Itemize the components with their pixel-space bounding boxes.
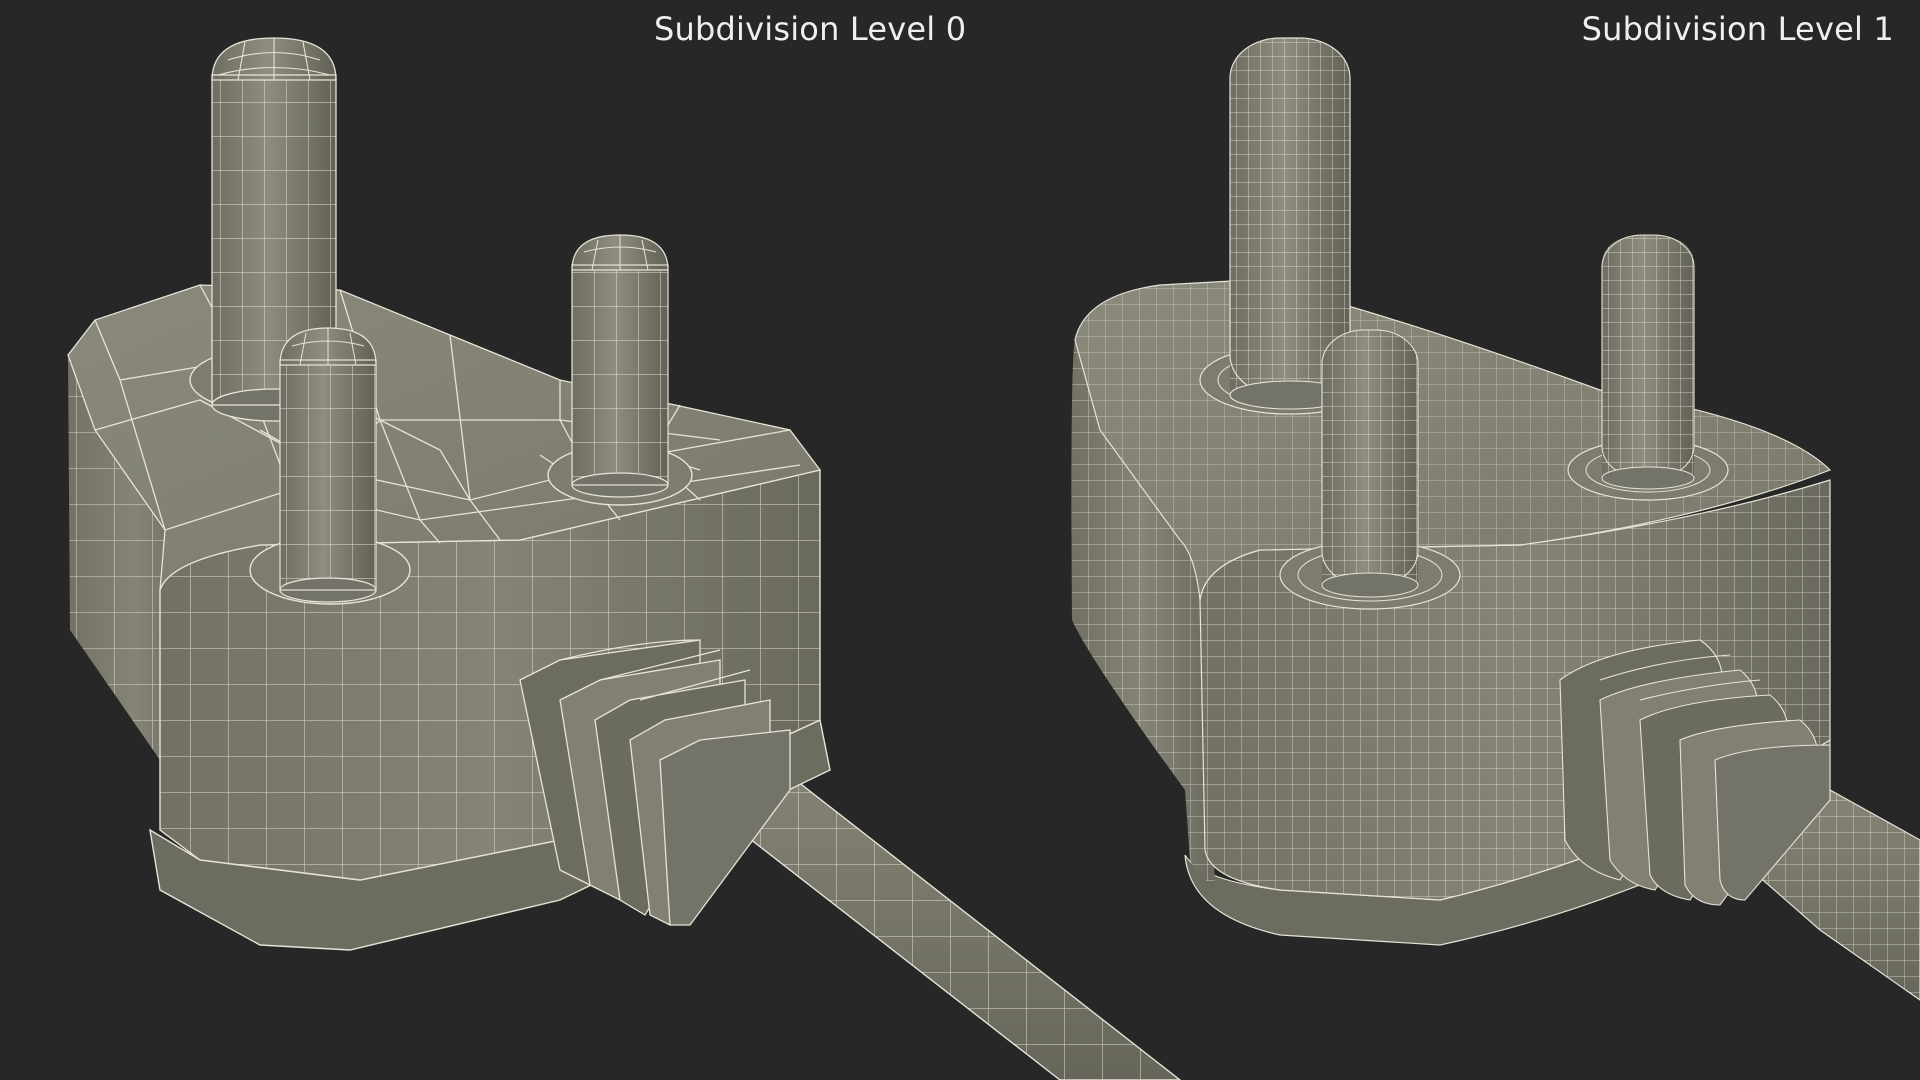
pin-neutral-level-1 [1601,234,1695,490]
pin-neutral-level-0 [571,234,669,498]
pin-live-level-0 [279,327,377,603]
render-viewport: Subdivision Level 0 Subdivision Level 1 [0,0,1920,1080]
subdivision-level-0-label: Subdivision Level 0 [654,10,967,48]
pin-live-level-1 [1321,329,1419,598]
subdivision-level-1-label: Subdivision Level 1 [1581,10,1894,48]
plug-model-level-1 [1071,37,1920,1001]
render-scene [67,37,1920,1080]
plug-model-level-0 [67,37,1182,1080]
